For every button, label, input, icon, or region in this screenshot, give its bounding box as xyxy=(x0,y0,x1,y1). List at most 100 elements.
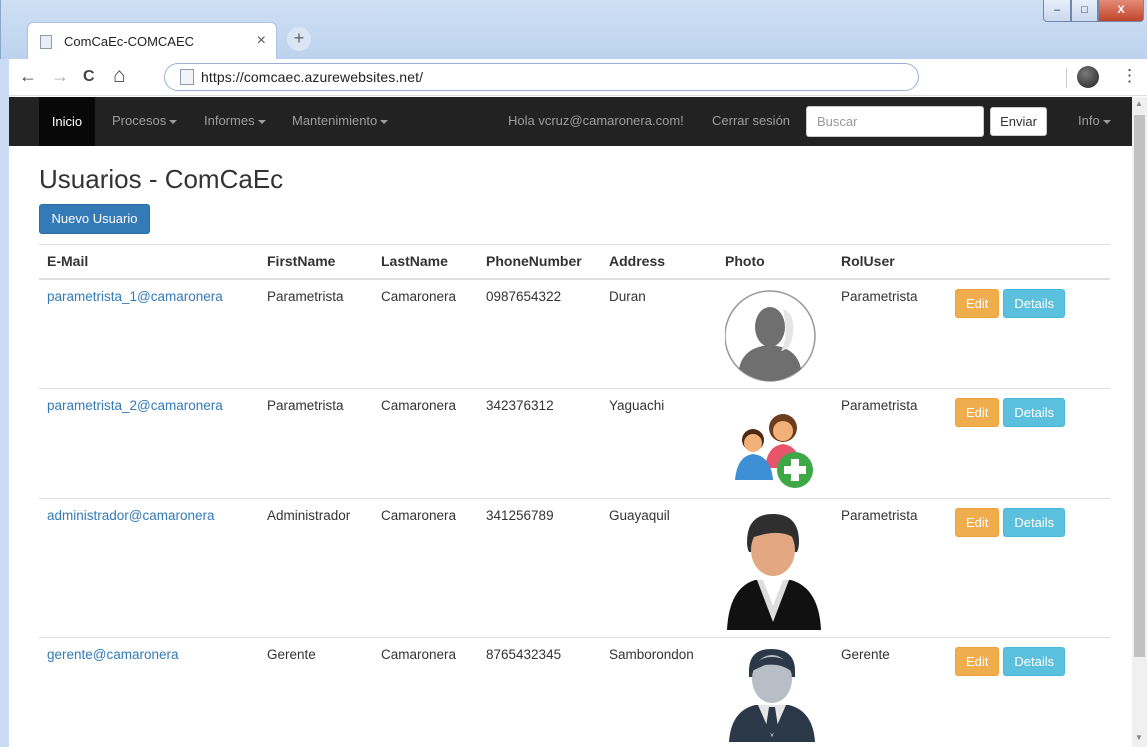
page-title: Usuarios - ComCaEc xyxy=(39,164,284,194)
site-navbar: Inicio Procesos Informes Mantenimiento H… xyxy=(9,97,1132,146)
row-actions: Edit Details xyxy=(947,498,1110,638)
business-man-icon xyxy=(727,514,821,630)
row-actions: Edit Details xyxy=(947,388,1110,499)
user-email-link[interactable]: parametrista_2@camaronera xyxy=(47,398,223,413)
user-email-link[interactable]: gerente@camaronera xyxy=(47,647,179,662)
close-window-button[interactable]: X xyxy=(1098,0,1144,22)
table-row: parametrista_1@camaronera Parametrista C… xyxy=(39,278,1110,389)
col-phone-header: PhoneNumber xyxy=(478,244,601,280)
user-address: Samborondon xyxy=(601,637,717,747)
user-lastname: Camaronera xyxy=(373,278,478,389)
edit-button[interactable]: Edit xyxy=(955,288,1000,318)
caret-down-icon xyxy=(169,119,178,124)
nav-logout-link[interactable]: Cerrar sesión xyxy=(712,113,790,128)
user-address: Guayaquil xyxy=(601,498,717,638)
user-phone: 342376312 xyxy=(478,388,601,499)
user-rol: Parametrista xyxy=(833,498,947,638)
col-photo-header: Photo xyxy=(717,244,833,280)
nav-inicio[interactable]: Inicio xyxy=(39,97,95,146)
gray-person-circle-icon xyxy=(724,289,816,382)
scroll-down-icon[interactable]: ▼ xyxy=(1135,733,1143,742)
user-phone: 8765432345 xyxy=(478,637,601,747)
user-photo-cell xyxy=(717,388,833,499)
url-text[interactable]: https://comcaec.azurewebsites.net/ xyxy=(201,69,423,85)
user-address: Yaguachi xyxy=(601,388,717,499)
user-lastname: Camaronera xyxy=(373,388,478,499)
nav-informes-label: Informes xyxy=(204,113,255,128)
row-actions: Edit Details xyxy=(947,637,1110,747)
nav-info-label: Info xyxy=(1078,113,1100,128)
new-tab-button[interactable]: + xyxy=(287,27,311,51)
forward-arrow-icon[interactable]: → xyxy=(51,66,69,87)
page-content: Usuarios - ComCaEc Nuevo Usuario E-Mail … xyxy=(9,146,1132,747)
page-info-icon[interactable] xyxy=(180,69,194,85)
table-row: administrador@camaronera Administrador C… xyxy=(39,498,1110,638)
caret-down-icon xyxy=(380,119,389,124)
user-rol: Parametrista xyxy=(833,278,947,389)
caret-down-icon xyxy=(1102,119,1111,124)
page-favicon-icon xyxy=(40,35,52,49)
reload-icon[interactable]: C xyxy=(83,68,95,86)
minimize-button[interactable]: – xyxy=(1043,0,1071,22)
nav-mantenimiento[interactable]: Mantenimiento xyxy=(292,113,389,128)
nav-greeting-link[interactable]: Hola vcruz@camaronera.com! xyxy=(508,113,684,128)
tab-title: ComCaEc-COMCAEC xyxy=(64,34,195,49)
table-row: parametrista_2@camaronera Parametrista C… xyxy=(39,388,1110,499)
user-phone: 341256789 xyxy=(478,498,601,638)
details-button[interactable]: Details xyxy=(1003,288,1066,318)
search-input[interactable] xyxy=(806,106,984,137)
vertical-scrollbar[interactable]: ▲ ▼ xyxy=(1132,97,1147,747)
user-phone: 0987654322 xyxy=(478,278,601,389)
title-bar: ComCaEc-COMCAEC × + – □ X xyxy=(0,0,1147,60)
user-firstname: Parametrista xyxy=(259,278,373,389)
user-firstname: Administrador xyxy=(259,498,373,638)
scrollbar-thumb[interactable] xyxy=(1134,115,1145,657)
address-bar[interactable]: https://comcaec.azurewebsites.net/ xyxy=(164,63,919,91)
details-button[interactable]: Details xyxy=(1003,647,1066,676)
maximize-button[interactable]: □ xyxy=(1071,0,1098,22)
users-table: E-Mail FirstName LastName PhoneNumber Ad… xyxy=(39,244,1110,747)
nav-procesos[interactable]: Procesos xyxy=(112,113,178,128)
browser-tab[interactable]: ComCaEc-COMCAEC × xyxy=(27,22,277,60)
col-actions-header xyxy=(947,244,1110,280)
edit-button[interactable]: Edit xyxy=(955,398,1000,427)
user-photo-cell xyxy=(717,278,833,389)
scroll-up-icon[interactable]: ▲ xyxy=(1135,99,1143,108)
browser-toolbar: ← → C ⌂ https://comcaec.azurewebsites.ne… xyxy=(9,59,1147,96)
col-roluser-header: RolUser xyxy=(833,244,947,280)
user-address: Duran xyxy=(601,278,717,389)
user-firstname: Gerente xyxy=(259,637,373,747)
edit-button[interactable]: Edit xyxy=(955,647,1000,676)
browser-window: ComCaEc-COMCAEC × + – □ X ← → C ⌂ https:… xyxy=(0,0,1147,747)
edit-button[interactable]: Edit xyxy=(955,508,1000,537)
menu-dots-icon[interactable]: ⋮ xyxy=(1121,66,1138,86)
user-rol: Parametrista xyxy=(833,388,947,499)
manager-icon xyxy=(729,649,815,742)
table-row: gerente@camaronera Gerente Camaronera 87… xyxy=(39,637,1110,747)
nav-info[interactable]: Info xyxy=(1078,113,1111,128)
user-firstname: Parametrista xyxy=(259,388,373,499)
profile-avatar[interactable] xyxy=(1077,66,1099,88)
user-email-link[interactable]: parametrista_1@camaronera xyxy=(47,289,223,304)
table-header-row: E-Mail FirstName LastName PhoneNumber Ad… xyxy=(39,244,1110,280)
user-email-link[interactable]: administrador@camaronera xyxy=(47,508,215,523)
col-firstname-header: FirstName xyxy=(259,244,373,280)
col-lastname-header: LastName xyxy=(373,244,478,280)
details-button[interactable]: Details xyxy=(1003,508,1066,537)
user-photo-cell xyxy=(717,637,833,747)
col-email-header: E-Mail xyxy=(39,244,259,280)
tab-close-icon[interactable]: × xyxy=(257,32,266,50)
nav-procesos-label: Procesos xyxy=(112,113,167,128)
send-button[interactable]: Enviar xyxy=(990,107,1047,136)
home-icon[interactable]: ⌂ xyxy=(113,64,126,88)
new-user-button[interactable]: Nuevo Usuario xyxy=(39,204,150,234)
user-rol: Gerente xyxy=(833,637,947,747)
window-frame-left xyxy=(0,59,9,747)
user-lastname: Camaronera xyxy=(373,637,478,747)
add-users-icon xyxy=(735,414,813,488)
details-button[interactable]: Details xyxy=(1003,398,1066,427)
nav-informes[interactable]: Informes xyxy=(204,113,266,128)
user-lastname: Camaronera xyxy=(373,498,478,638)
row-actions: Edit Details xyxy=(947,278,1110,389)
back-arrow-icon[interactable]: ← xyxy=(19,66,37,87)
